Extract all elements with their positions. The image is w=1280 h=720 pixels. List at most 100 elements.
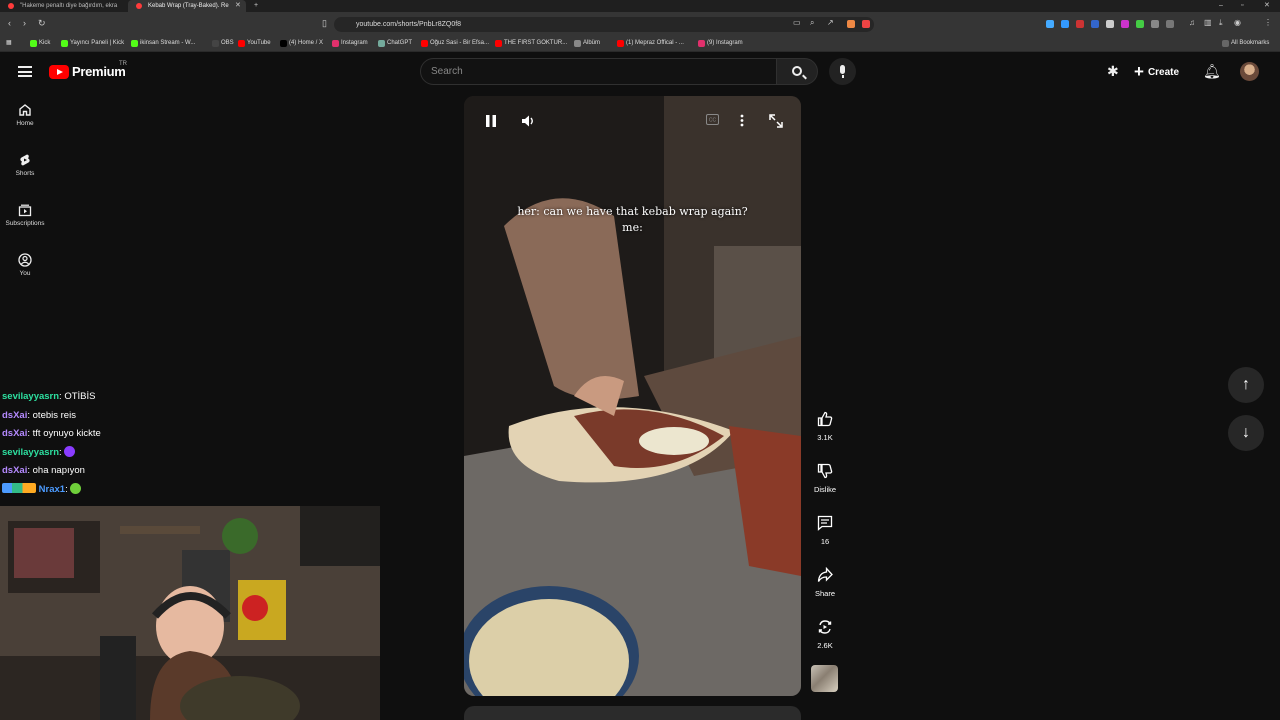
- emote-icon: [64, 445, 76, 457]
- chat-username: dsXai: [2, 409, 28, 421]
- remix-button[interactable]: 2.6K: [807, 619, 843, 650]
- close-tab-icon[interactable]: ✕: [235, 0, 241, 12]
- sidebar-item-home[interactable]: Home: [0, 92, 50, 136]
- bookmark-item[interactable]: Kick: [30, 36, 50, 51]
- bookmark-item[interactable]: (9) Instagram: [698, 36, 743, 51]
- bookmark-item[interactable]: ikinsan Stream - W...: [131, 36, 195, 51]
- install-icon[interactable]: ▭: [793, 18, 801, 27]
- more-options-icon[interactable]: [740, 114, 744, 127]
- notifications-bell-icon[interactable]: 🔔︎: [1203, 63, 1221, 80]
- extension-icon[interactable]: [1076, 20, 1084, 28]
- fullscreen-icon[interactable]: [769, 114, 783, 128]
- cast-sparkle-icon[interactable]: ✱: [1107, 63, 1119, 80]
- bookmark-item[interactable]: (4) Home / X: [280, 36, 323, 51]
- bookmark-item[interactable]: Instagram: [332, 36, 368, 51]
- subscriptions-icon: [18, 204, 32, 217]
- bookmark-favicon-icon: [495, 40, 502, 47]
- comment-count: 16: [820, 537, 830, 546]
- chat-message: dsXai: otebis reis: [2, 409, 76, 421]
- sidebar-item-you[interactable]: You: [0, 242, 50, 286]
- bookmark-item[interactable]: THE FIRST GOKTUR...: [495, 36, 567, 51]
- like-button[interactable]: 3.1K: [807, 411, 843, 442]
- zoom-icon[interactable]: ⌕: [810, 18, 814, 28]
- bookmark-item[interactable]: Yayıncı Paneli | Kick: [61, 36, 124, 51]
- bookmark-label: ChatGPT: [387, 40, 413, 46]
- search-icon: [792, 66, 802, 76]
- youtube-logo-icon[interactable]: [49, 65, 69, 79]
- bookmark-label: ikinsan Stream - W...: [140, 40, 196, 46]
- captions-icon[interactable]: CC: [706, 114, 719, 125]
- sound-thumbnail[interactable]: [811, 665, 838, 692]
- address-toolbar: ‹ › ↻ ▯ youtube.com/shorts/PnbLr8ZQ0f8 ▭…: [0, 12, 1280, 36]
- reload-icon[interactable]: ↻: [38, 18, 46, 29]
- extension-icon[interactable]: [1106, 20, 1114, 28]
- shorts-video-player[interactable]: her: can we have that kebab wrap again? …: [464, 96, 801, 696]
- extension-icon[interactable]: [1046, 20, 1054, 28]
- bookmark-favicon-icon: [574, 40, 581, 47]
- new-tab-plus-icon[interactable]: +: [254, 0, 258, 12]
- bookmark-label: Yayıncı Paneli | Kick: [70, 40, 125, 46]
- extension-icon[interactable]: [1151, 20, 1159, 28]
- extensions-puzzle-icon[interactable]: [1166, 20, 1174, 28]
- bookmark-item[interactable]: Albüm: [574, 36, 600, 51]
- dislike-button[interactable]: Dislike: [807, 463, 843, 494]
- avatar[interactable]: [1240, 62, 1259, 81]
- menu-dots-icon[interactable]: ⋮: [1264, 18, 1272, 27]
- browser-tab-active[interactable]: Kebab Wrap (Tray-Baked). Re: [128, 0, 246, 12]
- back-icon[interactable]: ‹: [8, 18, 11, 28]
- create-label: Create: [1147, 67, 1180, 78]
- browser-tab-strip: "Hakeme penaltı diye bağırdım, ekra Keba…: [0, 0, 1280, 12]
- chat-message: dsXai: tft oynuyo kickte: [2, 428, 101, 439]
- extension-icon[interactable]: [1121, 20, 1129, 28]
- browser-tab[interactable]: "Hakeme penaltı diye bağırdım, ekra: [0, 0, 125, 12]
- minimize-icon[interactable]: –: [1219, 0, 1223, 12]
- video-frame-image: [464, 96, 801, 696]
- bookmark-item[interactable]: ChatGPT: [378, 36, 412, 51]
- sidebar-item-label: You: [19, 270, 31, 277]
- thumbs-down-icon: [817, 463, 833, 479]
- youtube-favicon-icon: [8, 3, 14, 9]
- search-input[interactable]: Search: [420, 58, 777, 85]
- bookmark-favicon-icon: [212, 40, 219, 47]
- pause-icon[interactable]: [485, 114, 497, 128]
- extension-icon[interactable]: [847, 20, 855, 28]
- all-bookmarks-folder[interactable]: All Bookmarks: [1222, 36, 1269, 51]
- download-icon[interactable]: ⤓: [1219, 18, 1223, 28]
- previous-short-button[interactable]: ↑: [1228, 367, 1264, 403]
- extension-icon[interactable]: [1136, 20, 1144, 28]
- extension-icon[interactable]: [1091, 20, 1099, 28]
- sidebar-icon[interactable]: ▥: [1204, 18, 1212, 27]
- bookmark-item[interactable]: YouTube: [238, 36, 271, 51]
- bookmark-favicon-icon: [238, 40, 245, 47]
- close-window-icon[interactable]: ✕: [1264, 0, 1270, 12]
- caption-line: me:: [622, 221, 643, 234]
- search-button[interactable]: [776, 58, 818, 85]
- chat-message: Nrax1:: [2, 481, 372, 500]
- bookmark-item[interactable]: (1) Mepraz Offical - ...: [617, 36, 684, 51]
- youtube-premium-logo[interactable]: Premium: [72, 64, 126, 79]
- voice-search-mic-icon[interactable]: [829, 58, 856, 85]
- sidebar-item-shorts[interactable]: Shorts: [0, 142, 50, 186]
- forward-icon[interactable]: ›: [23, 18, 26, 28]
- menu-icon[interactable]: [18, 66, 32, 77]
- profile-icon[interactable]: ◉: [1234, 18, 1241, 27]
- home-icon: [19, 104, 31, 116]
- volume-icon[interactable]: [521, 114, 535, 128]
- extension-icon[interactable]: [1061, 20, 1069, 28]
- bookmark-item[interactable]: OBS: [212, 36, 234, 51]
- create-button[interactable]: + Create: [1134, 60, 1179, 84]
- share-button[interactable]: Share: [807, 567, 843, 598]
- comments-button[interactable]: 16: [807, 515, 843, 546]
- next-short-button[interactable]: ↓: [1228, 415, 1264, 451]
- chat-text: otebis reis: [32, 409, 76, 421]
- next-short-preview[interactable]: [464, 706, 801, 720]
- share-page-icon[interactable]: ↗: [827, 18, 834, 27]
- bookmark-item[interactable]: Oğuz Sasi - Bir Efsa...: [421, 36, 489, 51]
- sidebar-item-subscriptions[interactable]: Subscriptions: [0, 192, 50, 236]
- bookmark-page-icon[interactable]: ▯: [322, 18, 327, 29]
- chat-message: sevilayyasrn: OTİBİS: [2, 391, 96, 402]
- media-icon[interactable]: ♫: [1189, 18, 1195, 27]
- extension-icon[interactable]: [862, 20, 870, 28]
- maximize-icon[interactable]: ▫: [1241, 0, 1243, 12]
- apps-grid-icon[interactable]: ▦: [6, 36, 12, 51]
